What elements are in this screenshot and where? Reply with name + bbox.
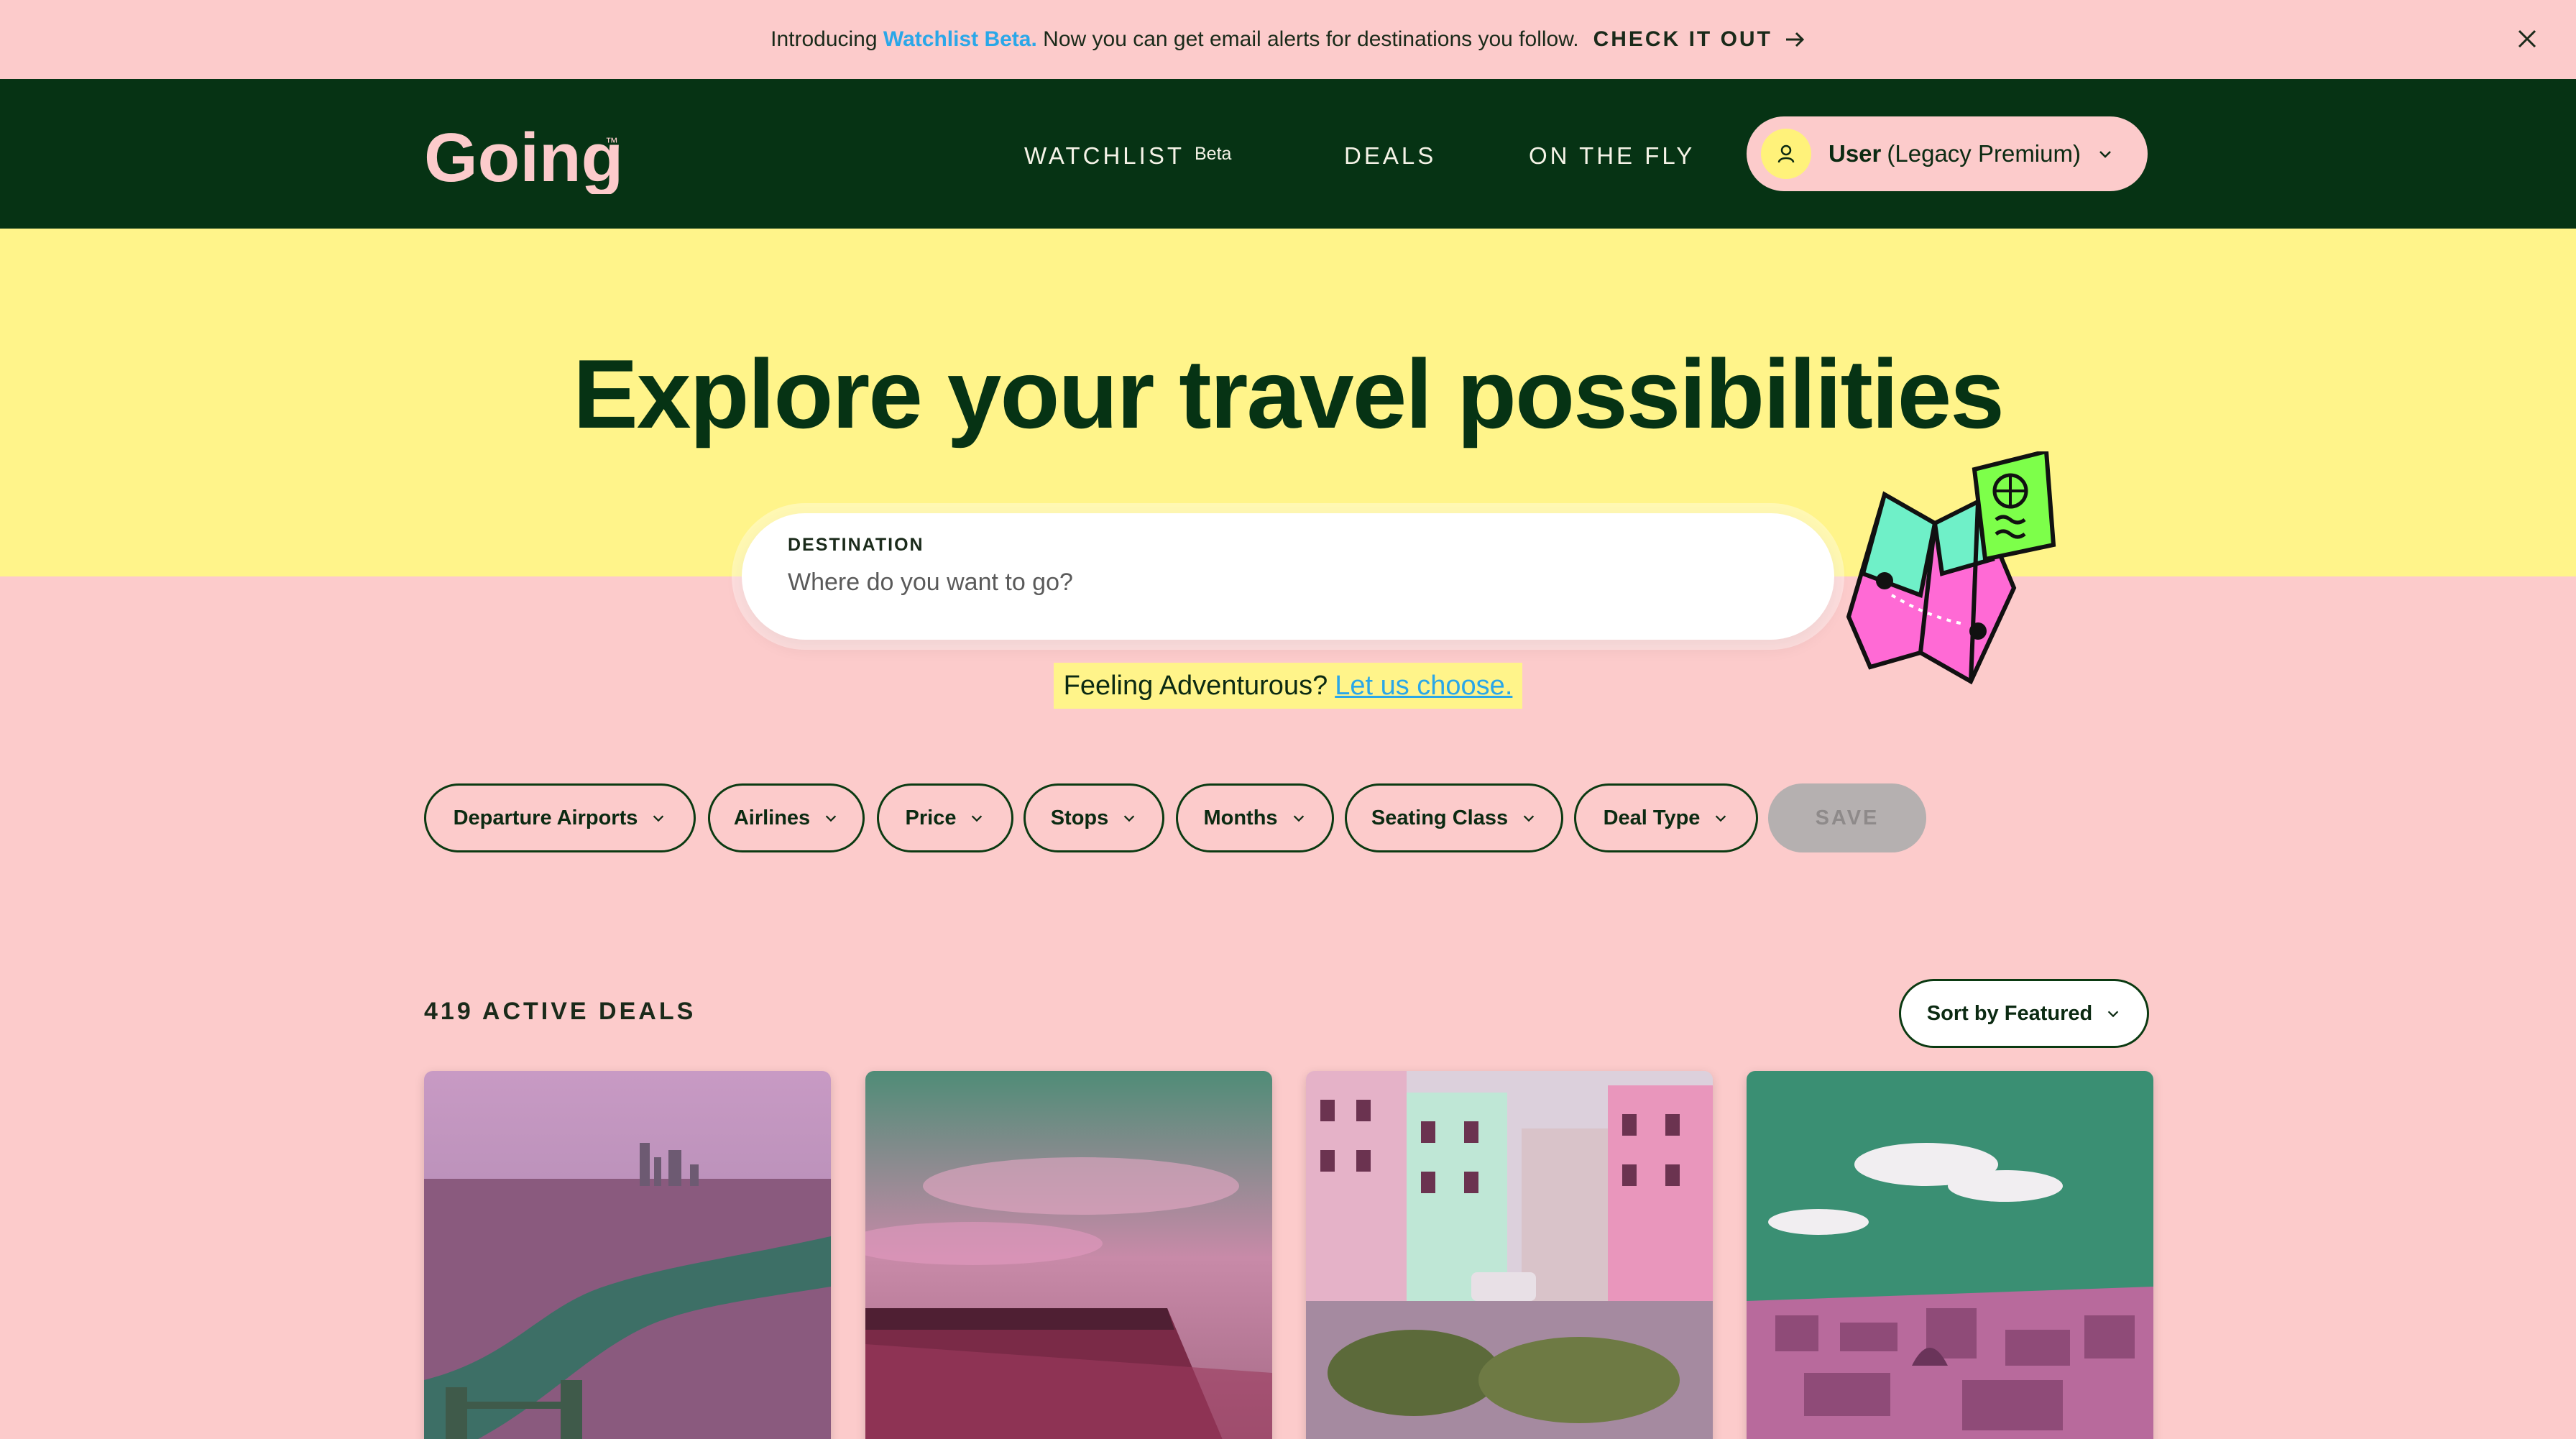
filter-label: Deal Type xyxy=(1603,806,1701,829)
filter-price[interactable]: Price xyxy=(877,783,1013,852)
filter-label: Seating Class xyxy=(1371,806,1509,829)
chevron-down-icon xyxy=(2107,1011,2119,1018)
deal-card[interactable] xyxy=(865,1071,1272,1439)
filter-label: Departure Airports xyxy=(453,806,638,829)
let-us-choose-link[interactable]: Let us choose. xyxy=(1335,671,1512,702)
filter-seating-class[interactable]: Seating Class xyxy=(1345,783,1563,852)
destination-search[interactable]: DESTINATION xyxy=(742,513,1834,640)
close-icon xyxy=(2518,29,2536,48)
chevron-down-icon xyxy=(2099,151,2111,158)
filter-label: Airlines xyxy=(733,806,811,829)
user-plan: (Legacy Premium) xyxy=(1887,140,2081,167)
filter-stops[interactable]: Stops xyxy=(1024,783,1164,852)
announcement-bar: Introducing Watchlist Beta. Now you can … xyxy=(0,0,2576,79)
check-it-out-label: CHECK IT OUT xyxy=(1593,27,1772,51)
filter-departure-airports[interactable]: Departure Airports xyxy=(424,783,696,852)
deal-image-lisbon-street xyxy=(1306,1071,1713,1439)
deal-card[interactable] xyxy=(1306,1071,1713,1439)
deal-image-cliffs xyxy=(865,1071,1272,1439)
chevron-down-icon xyxy=(1124,815,1135,822)
avatar xyxy=(1761,129,1811,179)
filter-label: Months xyxy=(1203,806,1278,829)
arrow-right-icon xyxy=(1785,32,1805,47)
deal-image-madrid-rooftops xyxy=(1747,1071,2153,1439)
announcement-prefix: Introducing xyxy=(770,27,878,51)
filter-label: Price xyxy=(905,806,957,829)
going-logo[interactable]: Going ™ xyxy=(424,115,632,194)
nav-on-the-fly[interactable]: ON THE FLY xyxy=(1529,142,1695,170)
close-announcement-button[interactable] xyxy=(2510,22,2544,56)
active-deals-count: 419 ACTIVE DEALS xyxy=(424,998,696,1025)
check-it-out-link[interactable]: CHECK IT OUT xyxy=(1593,27,1806,52)
chevron-down-icon xyxy=(653,815,664,822)
adventure-text: Feeling Adventurous? xyxy=(1063,670,1328,701)
chevron-down-icon xyxy=(825,815,837,822)
user-menu-button[interactable]: User (Legacy Premium) xyxy=(1747,116,2148,191)
filter-deal-type[interactable]: Deal Type xyxy=(1574,783,1758,852)
nav-watchlist[interactable]: WATCHLIST xyxy=(1024,142,1184,170)
svg-text:™: ™ xyxy=(605,135,618,150)
user-icon xyxy=(1777,144,1795,163)
filter-airlines[interactable]: Airlines xyxy=(708,783,865,852)
chevron-down-icon xyxy=(1716,815,1726,822)
destination-label: DESTINATION xyxy=(788,535,924,555)
nav-deals[interactable]: DEALS xyxy=(1344,142,1436,170)
nav-watchlist-beta-badge: Beta xyxy=(1195,144,1232,164)
chevron-down-icon xyxy=(1293,815,1304,822)
feeling-adventurous: Feeling Adventurous? Let us choose. xyxy=(1054,663,1522,709)
deal-card[interactable] xyxy=(424,1071,831,1439)
watchlist-beta-link[interactable]: Watchlist Beta. xyxy=(883,27,1037,52)
filter-months[interactable]: Months xyxy=(1176,783,1334,852)
sort-dropdown[interactable]: Sort by Featured xyxy=(1899,979,2149,1048)
announcement-text: Now you can get email alerts for destina… xyxy=(1043,27,1579,51)
page-title: Explore your travel possibilities xyxy=(573,339,2005,449)
user-name: User xyxy=(1828,140,1882,167)
destination-input[interactable] xyxy=(788,569,1788,597)
chevron-down-icon xyxy=(972,815,983,822)
main-nav: Going ™ WATCHLIST Beta DEALS ON THE FLY … xyxy=(0,79,2576,229)
save-button[interactable]: SAVE xyxy=(1768,783,1926,852)
sort-label: Sort by Featured xyxy=(1926,1001,2093,1025)
svg-text:Going: Going xyxy=(424,119,623,194)
map-passport-illustration xyxy=(1846,451,2056,685)
filter-label: Stops xyxy=(1050,806,1109,829)
deal-card[interactable] xyxy=(1747,1071,2153,1439)
deal-image-city-river xyxy=(424,1071,831,1439)
chevron-down-icon xyxy=(1523,815,1535,822)
